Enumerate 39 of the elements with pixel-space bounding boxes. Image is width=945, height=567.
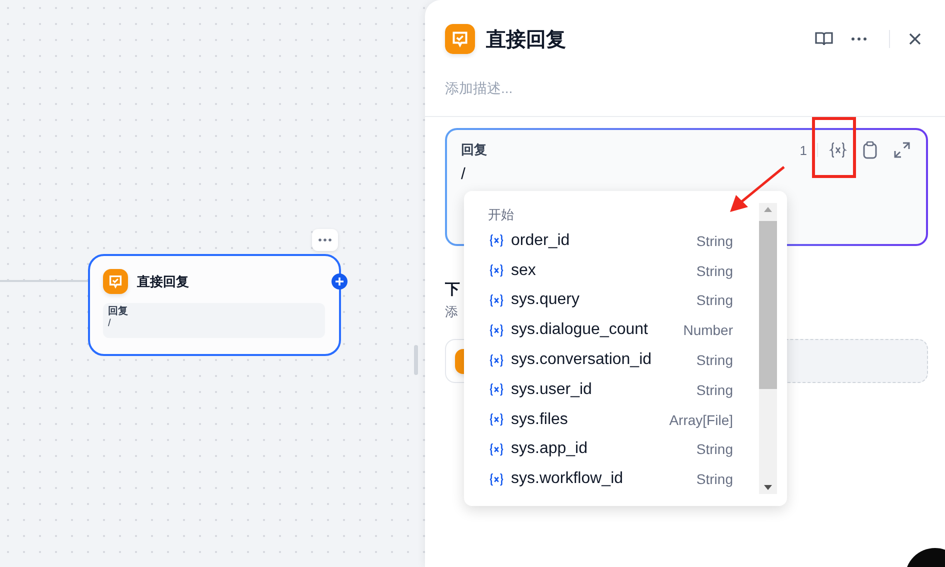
add-icon[interactable] xyxy=(331,273,348,290)
variable-icon xyxy=(488,442,505,457)
variable-icon xyxy=(488,382,505,398)
variable-icon[interactable] xyxy=(828,140,848,160)
group-label: 开始 xyxy=(488,206,515,224)
variable-option[interactable]: sys.workflow_id String xyxy=(488,464,733,494)
variable-icon xyxy=(488,322,505,338)
variable-icon xyxy=(488,412,505,428)
variable-icon xyxy=(488,352,505,368)
scrollbar[interactable] xyxy=(759,203,777,494)
panel-title: 直接回复 xyxy=(486,28,567,52)
variable-icon xyxy=(488,472,505,487)
variable-option[interactable]: sex String xyxy=(488,256,733,286)
variable-option[interactable]: sys.conversation_id String xyxy=(488,345,733,375)
variable-icon xyxy=(488,292,505,308)
section-title: 下 xyxy=(445,280,460,299)
annotation-arrow xyxy=(728,165,786,215)
field-label: 回复 xyxy=(108,306,129,318)
expand-icon[interactable] xyxy=(892,140,912,160)
node-title: 直接回复 xyxy=(137,272,189,290)
highlight-rectangle xyxy=(812,117,856,178)
more-icon xyxy=(318,238,332,242)
section-hint: 添 xyxy=(445,303,458,321)
variable-icon xyxy=(488,233,505,248)
more-button[interactable] xyxy=(312,229,338,251)
variable-option[interactable]: sys.dialogue_count Number xyxy=(488,315,733,346)
reply-icon xyxy=(103,269,128,294)
variable-option[interactable]: sys.files Array[File] xyxy=(488,404,733,434)
reply-icon xyxy=(445,24,475,54)
reply-text: / xyxy=(461,166,466,184)
variable-option[interactable]: sys.query String xyxy=(488,286,733,316)
character-count: 1 xyxy=(800,142,807,158)
variable-option[interactable]: sys.user_id String xyxy=(488,374,733,405)
resize-handle[interactable] xyxy=(414,345,418,375)
field-value: / xyxy=(108,318,112,330)
reply-label: 回复 xyxy=(461,141,488,159)
variable-option[interactable]: sys.app_id String xyxy=(488,434,733,464)
variable-icon xyxy=(488,263,505,278)
workflow-node[interactable]: 直接回复 回复 / xyxy=(88,254,341,356)
